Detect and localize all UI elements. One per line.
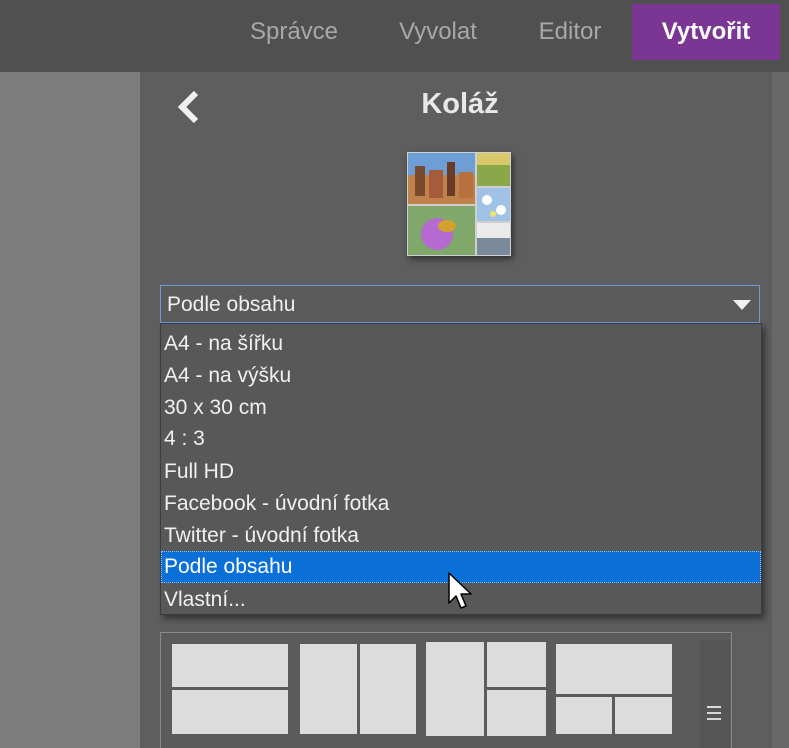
dropdown-option[interactable]: Full HD — [161, 456, 761, 488]
layout-two-columns[interactable] — [300, 644, 416, 734]
layout-one-top-two-bottom[interactable] — [556, 644, 672, 734]
format-select[interactable]: Podle obsahu — [160, 285, 760, 323]
chevron-left-icon — [177, 90, 199, 124]
right-panel-edge — [772, 72, 789, 748]
layouts-scrollbar[interactable] — [700, 640, 730, 748]
layout-cell — [172, 690, 288, 734]
layout-cell — [300, 644, 357, 734]
tab-editor[interactable]: Editor — [508, 4, 632, 60]
format-select-value: Podle obsahu — [167, 293, 296, 316]
dropdown-option[interactable]: Facebook - úvodní fotka — [161, 488, 761, 520]
layout-cell — [172, 644, 288, 687]
layout-cell — [426, 642, 484, 736]
tab-vyvolat[interactable]: Vyvolat — [374, 4, 502, 60]
dropdown-option[interactable]: 30 x 30 cm — [161, 392, 761, 424]
dropdown-option[interactable]: A4 - na výšku — [161, 360, 761, 392]
layout-cell — [615, 697, 672, 734]
layout-two-rows[interactable] — [172, 644, 288, 734]
panel-title: Koláž — [421, 88, 499, 120]
layout-three-panels[interactable] — [426, 642, 546, 736]
dropdown-option[interactable]: Twitter - úvodní fotka — [161, 520, 761, 552]
back-button[interactable] — [174, 90, 202, 124]
tab-vytvorit[interactable]: Vytvořit — [632, 4, 780, 60]
scrollbar-grip-icon[interactable] — [707, 706, 721, 726]
tab-spravce[interactable]: Správce — [230, 4, 358, 60]
left-empty-area — [0, 72, 140, 748]
top-navigation-bar: Správce Vyvolat Editor Vytvořit — [0, 0, 789, 72]
layout-cell — [487, 690, 546, 736]
layout-cell — [360, 644, 416, 734]
collage-preview-thumbnail — [407, 152, 511, 256]
layout-cell — [487, 642, 546, 687]
dropdown-arrow-icon[interactable] — [733, 300, 751, 310]
dropdown-option[interactable]: 4 : 3 — [161, 423, 761, 455]
mouse-cursor-icon — [447, 571, 475, 611]
dropdown-option[interactable]: A4 - na šířku — [161, 328, 761, 360]
layout-cell — [556, 697, 612, 734]
layout-cell — [556, 644, 672, 694]
